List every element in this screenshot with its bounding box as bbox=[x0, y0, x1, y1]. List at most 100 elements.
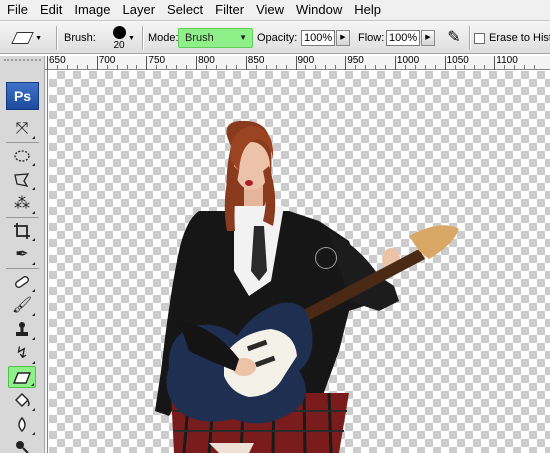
ruler-minor-tick bbox=[225, 65, 227, 69]
menu-window[interactable]: Window bbox=[290, 0, 348, 20]
ruler-minor-tick bbox=[315, 65, 317, 69]
ruler-minor-tick bbox=[206, 65, 208, 69]
erase-to-history-option[interactable]: Erase to Histor bbox=[474, 21, 550, 55]
paint-bucket-icon bbox=[15, 393, 30, 407]
menu-file[interactable]: File bbox=[4, 0, 34, 20]
brush-label: Brush: bbox=[64, 32, 96, 44]
clone-stamp-tool[interactable] bbox=[8, 319, 36, 341]
mode-label: Mode: bbox=[148, 32, 179, 44]
ruler-minor-tick bbox=[335, 65, 337, 69]
menu-edit[interactable]: Edit bbox=[34, 0, 68, 20]
divider bbox=[6, 142, 39, 143]
ruler-minor-tick bbox=[365, 65, 367, 69]
ruler-minor-tick bbox=[215, 65, 217, 69]
divider bbox=[56, 26, 57, 50]
brush-dropdown-arrow-icon[interactable]: ▼ bbox=[128, 21, 135, 55]
ruler-minor-tick bbox=[106, 65, 108, 69]
history-brush-tool[interactable]: ↯ bbox=[8, 343, 36, 365]
chevron-down-icon: ▼ bbox=[239, 33, 247, 42]
brush-tip-icon bbox=[112, 25, 126, 39]
move-tool[interactable]: ⤧ bbox=[8, 118, 36, 140]
ruler-minor-tick bbox=[156, 65, 158, 69]
divider bbox=[469, 26, 470, 50]
flow-label: Flow: bbox=[358, 32, 385, 44]
blur-tool[interactable] bbox=[8, 414, 36, 436]
ruler-minor-tick bbox=[176, 65, 178, 69]
ruler-minor-tick bbox=[265, 65, 267, 69]
ruler-minor-tick bbox=[404, 65, 406, 69]
opacity-slider-arrow-icon[interactable]: ▶ bbox=[336, 30, 350, 46]
ruler-minor-tick bbox=[66, 65, 68, 69]
eraser-tool[interactable] bbox=[8, 366, 36, 388]
eyedropper-tool[interactable]: ✒ bbox=[8, 244, 36, 266]
ruler-minor-tick bbox=[384, 65, 386, 69]
ruler-minor-tick bbox=[275, 65, 277, 69]
ruler-minor-tick bbox=[474, 65, 476, 69]
ruler-minor-tick bbox=[484, 65, 486, 69]
ruler-minor-tick bbox=[414, 65, 416, 69]
polygonal-lasso-icon bbox=[14, 173, 30, 187]
menu-image[interactable]: Image bbox=[68, 0, 116, 20]
magic-wand-tool[interactable]: ⁂ bbox=[8, 193, 36, 215]
elliptical-marquee-icon bbox=[14, 150, 30, 162]
ruler-minor-tick bbox=[126, 65, 128, 69]
move-icon: ⤧ bbox=[15, 120, 29, 137]
ruler-minor-tick bbox=[136, 65, 138, 69]
ruler-minor-tick bbox=[524, 65, 526, 69]
brush-tool[interactable]: 🖌 bbox=[8, 295, 36, 317]
menu-help[interactable]: Help bbox=[348, 0, 387, 20]
lasso-tool[interactable] bbox=[8, 169, 36, 191]
brush-cursor bbox=[316, 248, 336, 268]
bandage-icon bbox=[15, 276, 29, 288]
paint-bucket-tool[interactable] bbox=[8, 390, 36, 412]
ruler-minor-tick bbox=[76, 65, 78, 69]
ruler-minor-tick bbox=[504, 65, 506, 69]
ruler-minor-tick bbox=[424, 65, 426, 69]
photoshop-logo[interactable]: Ps bbox=[6, 82, 39, 110]
ruler-minor-tick bbox=[375, 65, 377, 69]
erase-to-history-checkbox[interactable] bbox=[474, 32, 485, 44]
horizontal-ruler[interactable]: 650 700 750 800 850 900 950 1000 1050 1100 bbox=[45, 56, 550, 70]
flow-slider-arrow-icon[interactable]: ▶ bbox=[421, 30, 435, 46]
ruler-minor-tick bbox=[355, 65, 357, 69]
dropdown-arrow-icon: ▼ bbox=[35, 34, 42, 42]
blur-icon bbox=[18, 416, 26, 432]
erase-to-history-label: Erase to Histor bbox=[489, 32, 550, 44]
eraser-icon bbox=[11, 32, 34, 44]
menu-filter[interactable]: Filter bbox=[209, 0, 250, 20]
history-brush-icon: ↯ bbox=[15, 345, 29, 362]
crop-tool[interactable] bbox=[8, 220, 36, 242]
mode-select[interactable]: Brush ▼ bbox=[178, 28, 253, 48]
flow-field[interactable]: 100% bbox=[386, 30, 420, 46]
menu-view[interactable]: View bbox=[250, 0, 290, 20]
ruler-minor-tick bbox=[325, 65, 327, 69]
ruler-minor-tick bbox=[285, 65, 287, 69]
stamp-icon bbox=[16, 322, 28, 336]
brush-icon: 🖌 bbox=[11, 297, 33, 314]
vertical-ruler[interactable] bbox=[45, 70, 48, 453]
ruler-minor-tick bbox=[434, 65, 436, 69]
healing-brush-tool[interactable] bbox=[8, 271, 36, 293]
document-canvas[interactable] bbox=[49, 71, 550, 453]
menu-select[interactable]: Select bbox=[161, 0, 209, 20]
eraser-icon bbox=[12, 372, 32, 384]
ruler-minor-tick bbox=[166, 65, 168, 69]
toolbox-grip[interactable] bbox=[4, 59, 41, 73]
photo-guitarist bbox=[155, 120, 459, 453]
menu-layer[interactable]: Layer bbox=[117, 0, 162, 20]
ruler-minor-tick bbox=[235, 65, 237, 69]
menu-bar: File Edit Image Layer Select Filter View… bbox=[0, 0, 550, 20]
airbrush-icon[interactable]: ✎ bbox=[443, 27, 465, 49]
tool-options-bar: ▼ Brush: 20 ▼ Mode: Brush ▼ Opacity: 100… bbox=[0, 20, 550, 54]
ruler-minor-tick bbox=[86, 65, 88, 69]
ruler-minor-tick bbox=[454, 65, 456, 69]
ruler-minor-tick bbox=[464, 65, 466, 69]
marquee-tool[interactable] bbox=[8, 145, 36, 167]
magic-wand-icon: ⁂ bbox=[14, 195, 30, 212]
ruler-minor-tick bbox=[514, 65, 516, 69]
tool-preset-picker[interactable]: ▼ bbox=[8, 21, 42, 55]
opacity-field[interactable]: 100% bbox=[301, 30, 335, 46]
dodge-tool[interactable] bbox=[8, 435, 36, 453]
mode-value: Brush bbox=[185, 32, 214, 44]
opacity-label: Opacity: bbox=[257, 32, 298, 44]
